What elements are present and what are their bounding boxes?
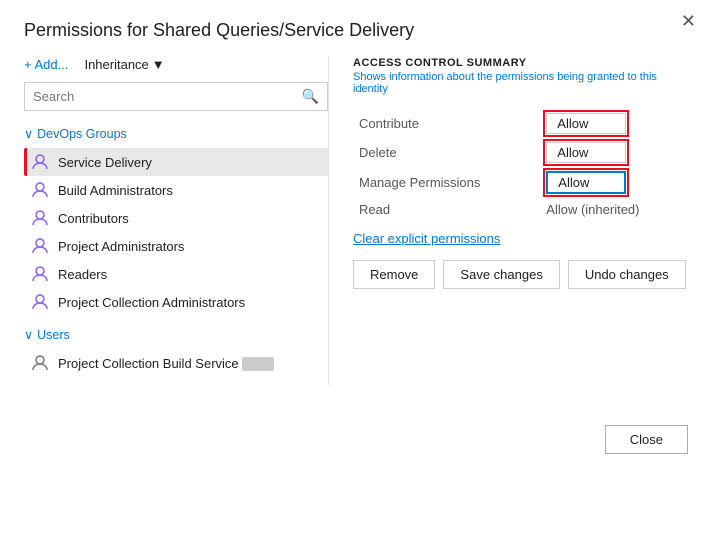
identity-item-readers[interactable]: Readers [24,260,328,288]
permission-row-manage: Manage Permissions Allow [353,167,688,198]
acs-title: ACCESS CONTROL SUMMARY [353,57,688,69]
identity-label: Service Delivery [58,155,152,170]
content-area: + Add... Inheritance ▼ 🔍 ∨ DevOps Groups [24,57,688,385]
identity-label: Contributors [58,211,129,226]
right-panel: ACCESS CONTROL SUMMARY Shows information… [329,57,688,385]
users-group-label: Users [37,328,70,342]
identity-label: Project Administrators [58,239,184,254]
blurred-domain [242,357,273,371]
remove-button[interactable]: Remove [353,260,435,289]
identity-item-build-admins[interactable]: Build Administrators [24,176,328,204]
identity-item-contributors[interactable]: Contributors [24,204,328,232]
permission-row-delete: Delete Allow [353,138,688,167]
allow-delete-box[interactable]: Allow [546,142,626,163]
users-chevron-icon: ∨ [24,327,33,342]
dialog-footer: Close [24,415,688,454]
action-buttons: Remove Save changes Undo changes [353,260,688,289]
identity-label: Project Collection Build Service [58,356,274,371]
search-box[interactable]: 🔍 [24,82,328,111]
devops-groups-label: DevOps Groups [37,127,127,141]
inheritance-button[interactable]: Inheritance ▼ [84,57,164,72]
permissions-table: Contribute Allow Delete Allow [353,109,688,221]
inheritance-chevron-icon: ▼ [152,57,165,72]
acs-subtitle: Shows information about the permissions … [353,71,688,95]
perm-label-read: Read [353,198,540,221]
allow-contribute-box[interactable]: Allow [546,113,626,134]
allow-read-value: Allow (inherited) [546,202,639,217]
identity-label: Readers [58,267,107,282]
add-button[interactable]: + Add... [24,57,68,72]
toolbar: + Add... Inheritance ▼ [24,57,328,72]
group-icon-contributors [30,208,50,228]
close-button[interactable]: Close [605,425,688,454]
devops-groups-header[interactable]: ∨ DevOps Groups [24,123,328,144]
identity-item-project-collection-admins[interactable]: Project Collection Administrators [24,288,328,316]
identity-label: Build Administrators [58,183,173,198]
identity-item-pcbs[interactable]: Project Collection Build Service [24,349,328,377]
allow-manage-box[interactable]: Allow [546,171,626,194]
permissions-dialog: ✕ Permissions for Shared Queries/Service… [0,0,712,549]
group-icon-build-admins [30,180,50,200]
devops-groups-list: Service Delivery Build Administrators [24,148,328,316]
permission-row-contribute: Contribute Allow [353,109,688,138]
perm-value-manage: Allow [540,167,688,198]
users-group-header[interactable]: ∨ Users [24,324,328,345]
search-icon: 🔍 [294,83,327,110]
group-icon-project-admins [30,236,50,256]
group-icon-service-delivery [30,152,50,172]
devops-chevron-icon: ∨ [24,126,33,141]
left-panel: + Add... Inheritance ▼ 🔍 ∨ DevOps Groups [24,57,329,385]
dialog-close-x-button[interactable]: ✕ [681,12,696,30]
perm-label-contribute: Contribute [353,109,540,138]
perm-value-read: Allow (inherited) [540,198,688,221]
clear-permissions-link[interactable]: Clear explicit permissions [353,231,500,246]
permission-row-read: Read Allow (inherited) [353,198,688,221]
save-changes-button[interactable]: Save changes [443,260,559,289]
dialog-title: Permissions for Shared Queries/Service D… [24,20,688,41]
perm-value-contribute: Allow [540,109,688,138]
group-icon-project-collection-admins [30,292,50,312]
undo-changes-button[interactable]: Undo changes [568,260,686,289]
search-input[interactable] [25,84,294,109]
identity-item-project-admins[interactable]: Project Administrators [24,232,328,260]
group-icon-readers [30,264,50,284]
users-list: Project Collection Build Service [24,349,328,377]
identity-item-service-delivery[interactable]: Service Delivery [24,148,328,176]
perm-value-delete: Allow [540,138,688,167]
identity-label: Project Collection Administrators [58,295,245,310]
perm-label-delete: Delete [353,138,540,167]
perm-label-manage: Manage Permissions [353,167,540,198]
user-icon-pcbs [30,353,50,373]
